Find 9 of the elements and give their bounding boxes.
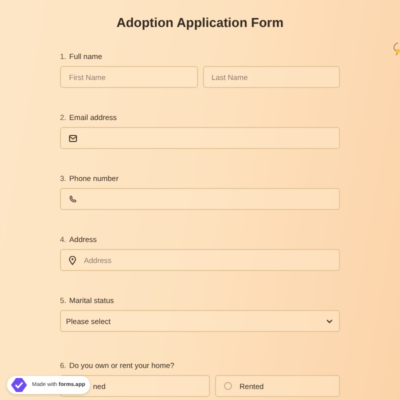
phone-icon bbox=[69, 195, 77, 203]
input-field[interactable] bbox=[60, 127, 340, 149]
location-pin-icon bbox=[69, 256, 76, 264]
envelope-icon bbox=[69, 134, 77, 142]
radio-button[interactable] bbox=[224, 382, 232, 390]
input-field[interactable] bbox=[60, 188, 340, 210]
form-title: Adoption Application Form bbox=[115, 14, 285, 30]
logo-icon bbox=[11, 378, 27, 392]
chevron-down-icon bbox=[326, 318, 333, 324]
